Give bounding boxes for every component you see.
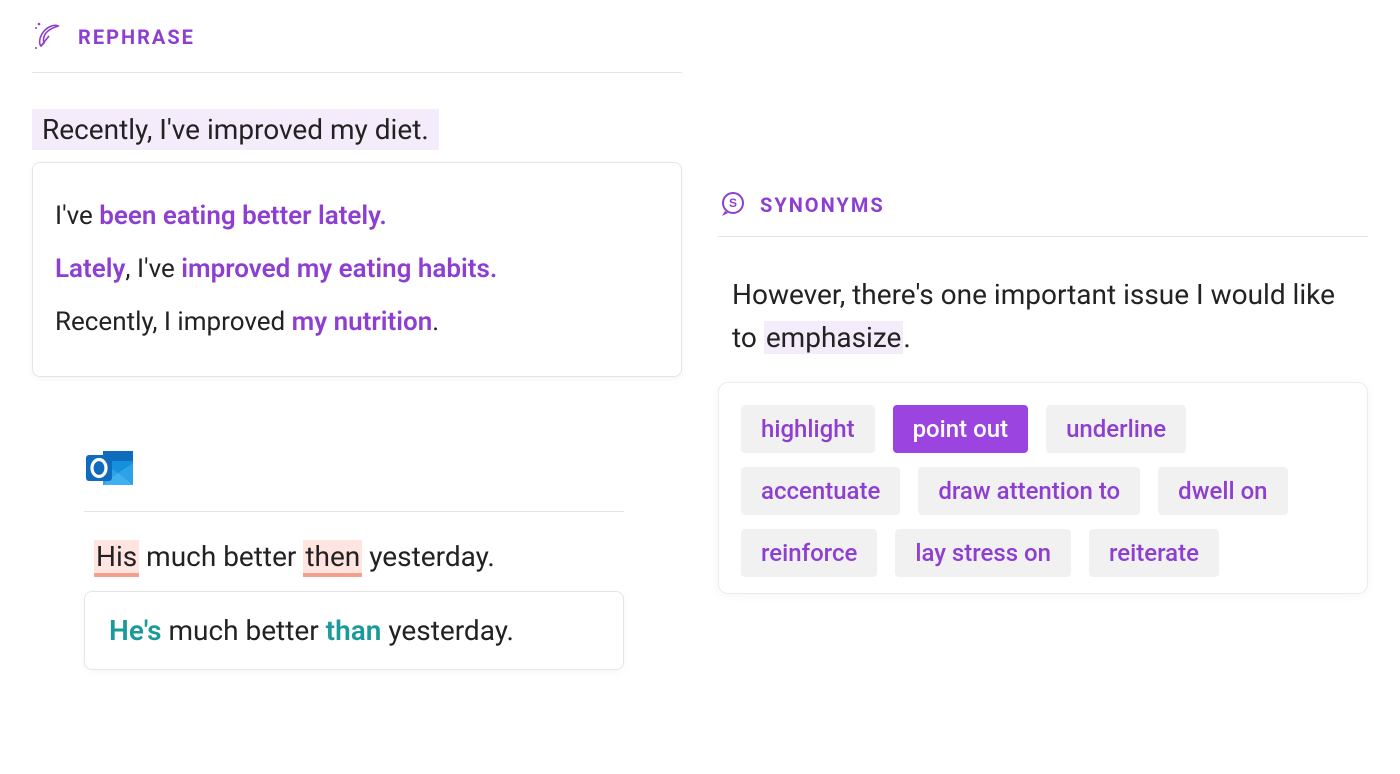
grammar-correction-word: than <box>326 614 382 647</box>
synonym-chip[interactable]: underline <box>1046 405 1186 453</box>
synonym-chip[interactable]: lay stress on <box>895 529 1071 577</box>
suggestion-highlight: been eating better lately. <box>99 201 386 231</box>
rephrase-suggestion-card: I've been eating better lately. Lately, I… <box>32 162 682 377</box>
outlook-header-row <box>84 445 624 512</box>
rephrase-suggestion[interactable]: I've been eating better lately. <box>55 197 659 236</box>
rephrase-suggestion[interactable]: Lately, I've improved my eating habits. <box>55 250 659 289</box>
synonyms-icon: S <box>718 190 748 220</box>
synonyms-panel: S SYNONYMS However, there's one importan… <box>718 190 1368 594</box>
rephrase-header: REPHRASE <box>32 20 682 73</box>
grammar-corrected-sentence: He's much better than yesterday. <box>109 614 599 647</box>
rephrase-panel: REPHRASE Recently, I've improved my diet… <box>32 20 682 377</box>
suggestion-highlight: my nutrition <box>292 307 433 337</box>
synonym-chip[interactable]: reiterate <box>1089 529 1219 577</box>
suggestion-text: . <box>432 307 439 337</box>
grammar-text: much better <box>139 540 303 573</box>
synonym-chip[interactable]: accentuate <box>741 467 900 515</box>
synonym-chip[interactable]: reinforce <box>741 529 877 577</box>
synonyms-source-sentence[interactable]: However, there's one important issue I w… <box>718 273 1368 360</box>
synonym-chip[interactable]: point out <box>893 405 1029 453</box>
synonyms-header: S SYNONYMS <box>718 190 1368 237</box>
suggestion-text: I've <box>55 201 99 231</box>
grammar-snippet: His much better then yesterday. He's muc… <box>84 445 624 670</box>
grammar-source-sentence[interactable]: His much better then yesterday. <box>84 540 624 573</box>
grammar-text: much better <box>162 614 326 647</box>
suggestion-text: , I've <box>125 254 181 284</box>
synonyms-chip-card: highlight point out underline accentuate dra… <box>718 382 1368 594</box>
suggestion-highlight: improved my eating habits. <box>181 254 497 284</box>
svg-text:S: S <box>729 196 737 210</box>
synonyms-title: SYNONYMS <box>760 193 885 217</box>
syn-source-post: . <box>903 321 910 354</box>
synonym-chip[interactable]: highlight <box>741 405 875 453</box>
suggestion-highlight: Lately <box>55 254 125 284</box>
grammar-error-word[interactable]: His <box>94 540 139 577</box>
rephrase-source-sentence[interactable]: Recently, I've improved my diet. <box>32 109 439 150</box>
feather-icon <box>32 20 66 54</box>
synonym-chip[interactable]: draw attention to <box>918 467 1140 515</box>
rephrase-title: REPHRASE <box>78 25 195 49</box>
grammar-text: yesterday. <box>381 614 514 647</box>
grammar-correction-word: He's <box>109 614 162 647</box>
rephrase-suggestion[interactable]: Recently, I improved my nutrition. <box>55 303 659 342</box>
syn-target-word[interactable]: emphasize <box>764 321 904 354</box>
outlook-icon <box>84 445 136 493</box>
suggestion-text: Recently, I improved <box>55 307 292 337</box>
synonym-chip[interactable]: dwell on <box>1158 467 1287 515</box>
grammar-text: yesterday. <box>362 540 495 573</box>
grammar-error-word[interactable]: then <box>303 540 362 577</box>
grammar-correction-card[interactable]: He's much better than yesterday. <box>84 591 624 670</box>
